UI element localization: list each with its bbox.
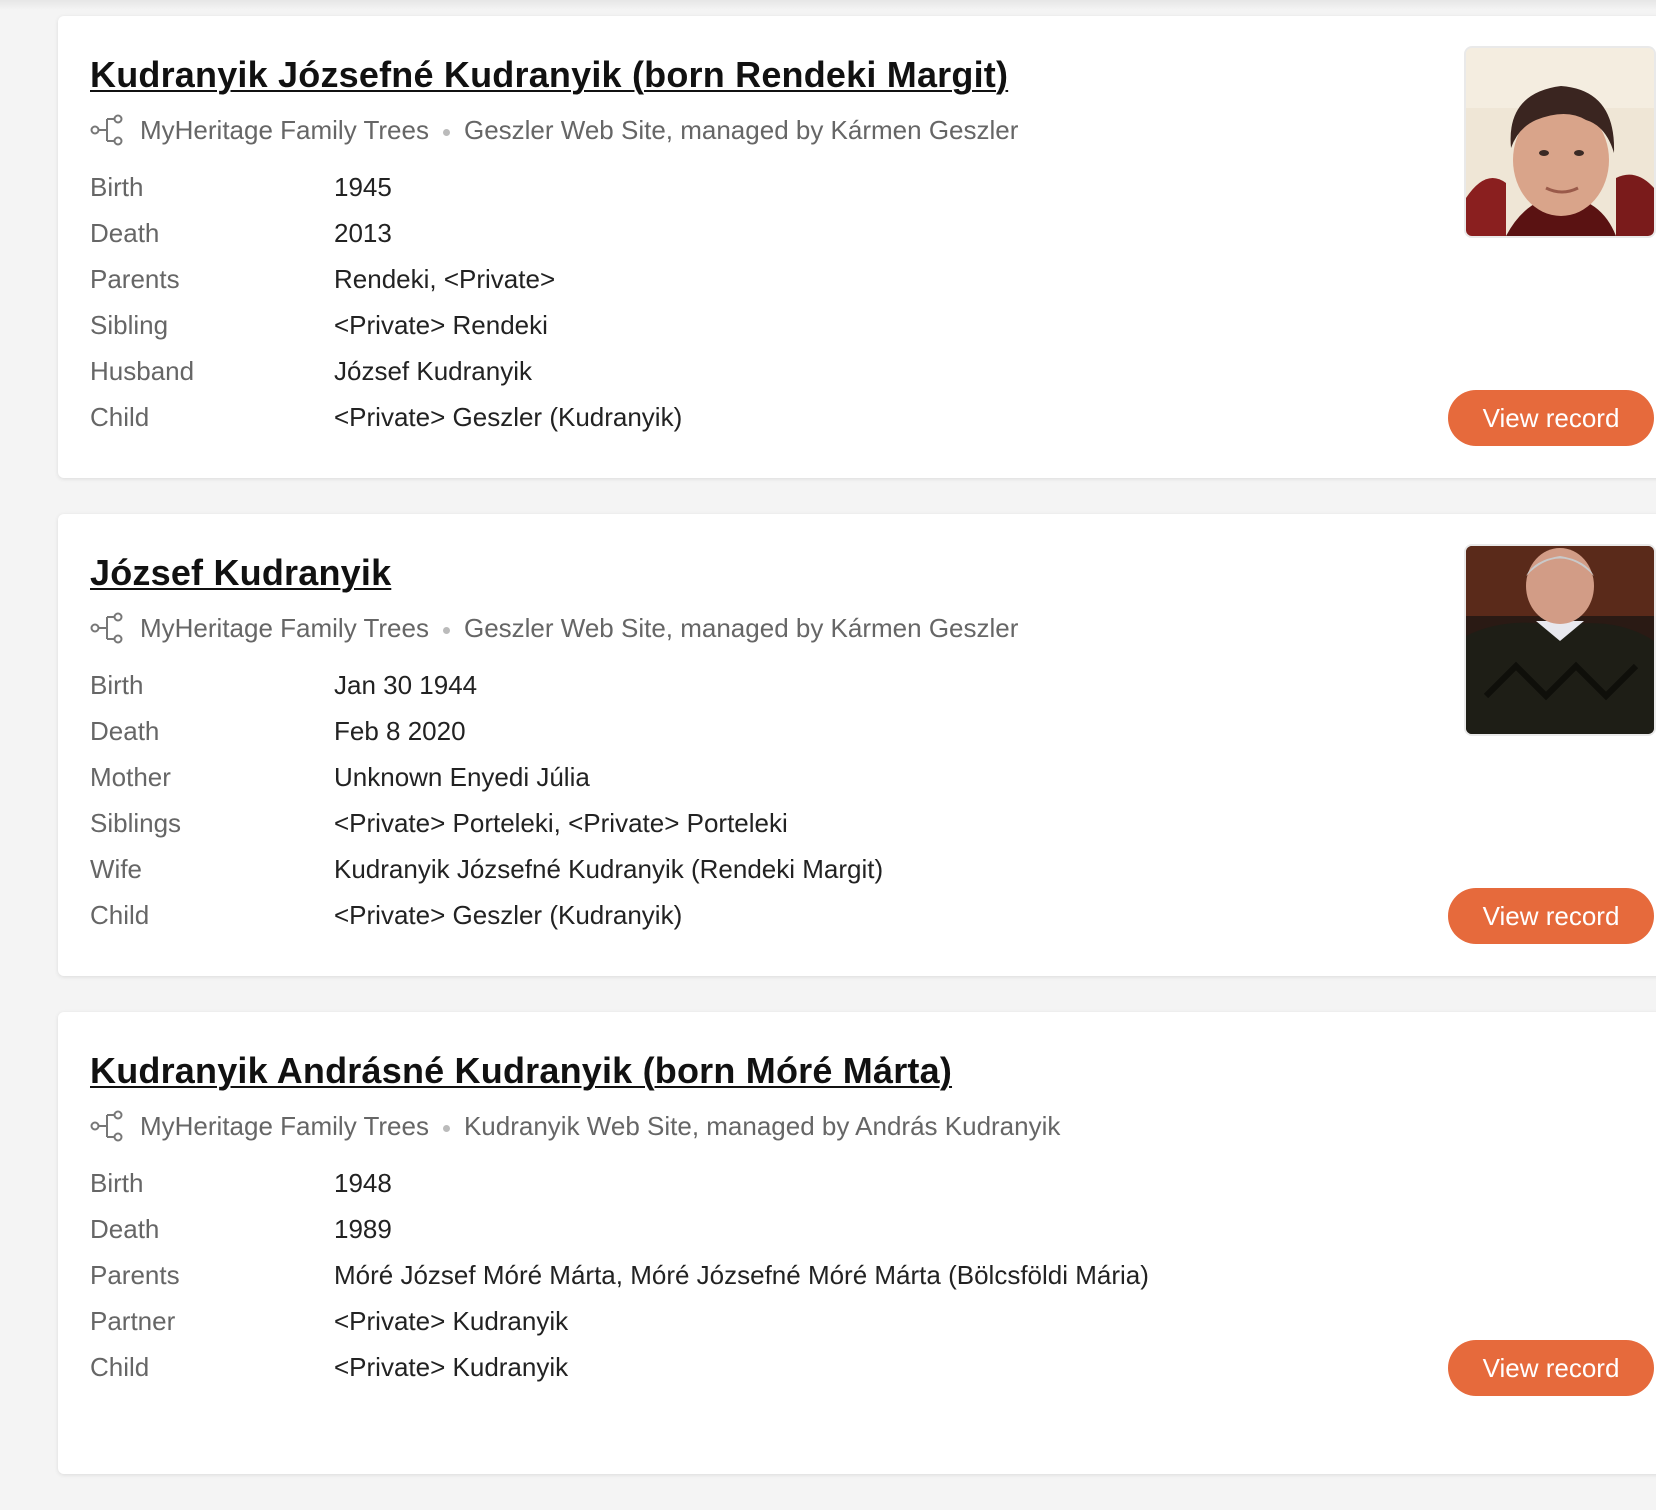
separator-dot: [442, 1124, 450, 1132]
fact-label: Death: [90, 217, 160, 248]
fact-label: Partner: [90, 1305, 176, 1336]
fact-value: <Private> Geszler (Kudranyik): [334, 401, 683, 432]
fact-value: 1989: [334, 1213, 392, 1244]
fact-row: Child <Private> Geszler (Kudranyik): [90, 394, 682, 440]
fact-value: Feb 8 2020: [334, 715, 466, 746]
fact-value: <Private> Geszler (Kudranyik): [334, 899, 683, 930]
fact-value: 1948: [334, 1167, 392, 1198]
fact-value: <Private> Rendeki: [334, 309, 548, 340]
source-name: MyHeritage Family Trees: [140, 612, 429, 643]
fact-value: 1945: [334, 171, 392, 202]
fact-label: Birth: [90, 669, 144, 700]
fact-value: <Private> Kudranyik: [334, 1305, 569, 1336]
fact-value: Jan 30 1944: [334, 669, 478, 700]
site-name: Geszler Web Site, managed by Kármen Gesz…: [463, 114, 1019, 145]
fact-label: Parents: [90, 1259, 180, 1290]
fact-row: Mother Unknown Enyedi Júlia: [90, 754, 883, 800]
source-name: MyHeritage Family Trees: [140, 1110, 429, 1141]
fact-row: Wife Kudranyik Józsefné Kudranyik (Rendek…: [90, 846, 883, 892]
fact-value: Unknown Enyedi Júlia: [334, 761, 590, 792]
fact-label: Siblings: [90, 807, 182, 838]
fact-row: Death 2013: [90, 210, 682, 256]
fact-row: Sibling <Private> Rendeki: [90, 302, 682, 348]
fact-label: Wife: [90, 853, 142, 884]
fact-row: Birth 1945: [90, 164, 682, 210]
fact-value: József Kudranyik: [334, 355, 532, 386]
fact-row: Death Feb 8 2020: [90, 708, 883, 754]
fact-value: 2013: [334, 217, 392, 248]
profile-photo[interactable]: [1466, 546, 1654, 734]
site-name: Kudranyik Web Site, managed by András Ku…: [463, 1110, 1061, 1141]
portrait-woman-image: [1466, 48, 1654, 236]
source-line: MyHeritage Family Trees Geszler Web Site…: [90, 612, 1018, 644]
fact-value: Kudranyik Józsefné Kudranyik (Rendeki Ma…: [334, 853, 884, 884]
fact-label: Death: [90, 715, 160, 746]
fact-label: Mother: [90, 761, 171, 792]
fact-row: Siblings <Private> Porteleki, <Private> P…: [90, 800, 883, 846]
fact-row: Birth 1948: [90, 1160, 1149, 1206]
fact-label: Death: [90, 1213, 160, 1244]
fact-row: Partner <Private> Kudranyik: [90, 1298, 1149, 1344]
top-scroll-shadow: [0, 0, 1656, 10]
results-list: Kudranyik Józsefné Kudranyik (born Rende…: [58, 16, 1656, 1510]
site-name: Geszler Web Site, managed by Kármen Gesz…: [463, 612, 1019, 643]
separator-dot: [442, 128, 450, 136]
result-title-link[interactable]: József Kudranyik: [90, 552, 391, 594]
fact-label: Child: [90, 1351, 150, 1382]
family-tree-icon: [90, 612, 123, 644]
fact-label: Child: [90, 899, 150, 930]
fact-label: Sibling: [90, 309, 169, 340]
fact-row: Child <Private> Kudranyik: [90, 1344, 1149, 1390]
view-record-button[interactable]: View record: [1448, 1340, 1654, 1396]
profile-photo[interactable]: [1466, 48, 1654, 236]
result-card: Kudranyik Józsefné Kudranyik (born Rende…: [58, 16, 1656, 478]
fact-value: <Private> Kudranyik: [334, 1351, 569, 1382]
result-card: Kudranyik Andrásné Kudranyik (born Móré …: [58, 1012, 1656, 1474]
fact-row: Parents Rendeki, <Private>: [90, 256, 682, 302]
facts-table: Birth Jan 30 1944 Death Feb 8 2020 Mother U…: [90, 662, 883, 938]
fact-label: Husband: [90, 355, 195, 386]
view-record-button[interactable]: View record: [1448, 390, 1654, 446]
fact-row: Birth Jan 30 1944: [90, 662, 883, 708]
fact-label: Birth: [90, 171, 144, 202]
fact-row: Husband József Kudranyik: [90, 348, 682, 394]
fact-value: Móré József Móré Márta, Móré Józsefné Mó…: [334, 1259, 1149, 1290]
result-title-link[interactable]: Kudranyik Józsefné Kudranyik (born Rende…: [90, 54, 1008, 96]
facts-table: Birth 1945 Death 2013 Parents Rendeki, <Pri…: [90, 164, 682, 440]
fact-row: Parents Móré József Móré Márta, Móré Józs…: [90, 1252, 1149, 1298]
family-tree-icon: [90, 114, 123, 146]
result-title-link[interactable]: Kudranyik Andrásné Kudranyik (born Móré …: [90, 1050, 952, 1092]
result-card: József Kudranyik MyHeritage Family Trees…: [58, 514, 1656, 976]
fact-label: Parents: [90, 263, 180, 294]
fact-label: Birth: [90, 1167, 144, 1198]
fact-value: <Private> Porteleki, <Private> Porteleki: [334, 807, 788, 838]
separator-dot: [442, 626, 450, 634]
fact-value: Rendeki, <Private>: [334, 263, 556, 294]
view-record-button[interactable]: View record: [1448, 888, 1654, 944]
source-line: MyHeritage Family Trees Geszler Web Site…: [90, 114, 1018, 146]
source-line: MyHeritage Family Trees Kudranyik Web Si…: [90, 1110, 1060, 1142]
family-tree-icon: [90, 1110, 123, 1142]
fact-label: Child: [90, 401, 150, 432]
fact-row: Death 1989: [90, 1206, 1149, 1252]
facts-table: Birth 1948 Death 1989 Parents Móré József M…: [90, 1160, 1149, 1390]
source-name: MyHeritage Family Trees: [140, 114, 429, 145]
portrait-man-image: [1466, 546, 1654, 734]
fact-row: Child <Private> Geszler (Kudranyik): [90, 892, 883, 938]
